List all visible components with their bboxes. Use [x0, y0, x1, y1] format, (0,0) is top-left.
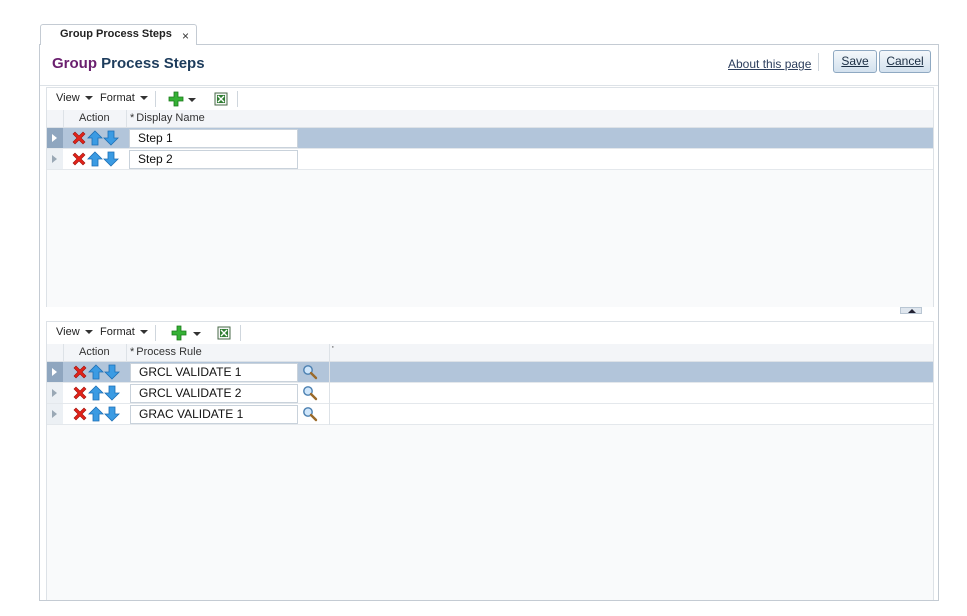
- delete-icon[interactable]: [72, 406, 88, 422]
- table-empty-area: [47, 425, 933, 600]
- collapse-splitter-button[interactable]: [900, 307, 922, 314]
- main-panel: Group Process Steps About this page Save…: [39, 44, 939, 601]
- disclosure-icon[interactable]: [52, 389, 57, 397]
- cancel-button[interactable]: Cancel: [879, 50, 931, 73]
- column-divider: [329, 404, 330, 425]
- arrow-up-icon[interactable]: [87, 130, 103, 146]
- about-this-page-link[interactable]: About this page: [728, 57, 811, 71]
- disclosure-icon[interactable]: [52, 155, 57, 163]
- page-title-part1: Group: [52, 55, 97, 72]
- column-divider: [329, 383, 330, 404]
- row-header[interactable]: [47, 362, 63, 382]
- chevron-down-icon: [139, 330, 148, 335]
- display-name-input[interactable]: Step 2: [129, 150, 298, 169]
- tab-label: Group Process Steps: [60, 28, 172, 40]
- page-title: Group Process Steps: [52, 55, 205, 72]
- column-divider: [126, 344, 127, 361]
- close-icon[interactable]: ×: [182, 30, 189, 42]
- tab-group-process-steps[interactable]: Group Process Steps ×: [40, 24, 197, 45]
- disclosure-icon[interactable]: [52, 134, 57, 142]
- column-header-process-rule[interactable]: * Process Rule: [130, 346, 202, 358]
- process-rule-input[interactable]: GRCL VALIDATE 1: [130, 363, 298, 382]
- rules-format-menu[interactable]: Format: [100, 326, 148, 338]
- steps-format-menu[interactable]: Format: [100, 92, 148, 104]
- toolbar-divider: [155, 325, 156, 341]
- arrow-down-icon[interactable]: [104, 385, 120, 401]
- row-header[interactable]: [47, 383, 63, 403]
- column-divider: [63, 344, 64, 361]
- steps-table: View Format Action *Display Name Step 1: [46, 87, 934, 307]
- arrow-up-icon[interactable]: [88, 385, 104, 401]
- table-empty-area: [47, 170, 933, 307]
- delete-icon[interactable]: [72, 385, 88, 401]
- row-header[interactable]: [47, 128, 63, 148]
- process-rules-table: View Format Action * Process Rule · GRCL …: [46, 321, 934, 600]
- add-icon[interactable]: [171, 325, 187, 341]
- column-header-action: Action: [79, 346, 110, 358]
- column-header-extra: ·: [331, 341, 335, 353]
- search-icon[interactable]: [302, 364, 318, 380]
- arrow-down-icon[interactable]: [104, 364, 120, 380]
- required-marker: *: [130, 112, 135, 124]
- arrow-up-icon[interactable]: [88, 364, 104, 380]
- process-rule-input[interactable]: GRAC VALIDATE 1: [130, 405, 298, 424]
- column-divider: [63, 110, 64, 127]
- toolbar-divider: [155, 91, 156, 107]
- arrow-up-icon[interactable]: [88, 406, 104, 422]
- search-icon[interactable]: [302, 406, 318, 422]
- save-button[interactable]: Save: [833, 50, 877, 73]
- delete-icon[interactable]: [71, 151, 87, 167]
- table-row[interactable]: GRCL VALIDATE 2: [47, 383, 933, 404]
- column-divider: [126, 110, 127, 127]
- table-row[interactable]: GRAC VALIDATE 1: [47, 404, 933, 425]
- row-header[interactable]: [47, 404, 63, 424]
- required-marker: *: [130, 346, 135, 358]
- process-rule-input[interactable]: GRCL VALIDATE 2: [130, 384, 298, 403]
- row-header[interactable]: [47, 149, 63, 169]
- steps-toolbar: View Format: [47, 87, 933, 111]
- chevron-down-icon: [84, 330, 93, 335]
- table-row[interactable]: Step 2: [47, 149, 933, 170]
- rules-toolbar: View Format: [47, 321, 933, 345]
- rules-column-header: Action * Process Rule ·: [47, 341, 933, 362]
- table-row[interactable]: Step 1: [47, 128, 933, 149]
- delete-icon[interactable]: [72, 364, 88, 380]
- column-header-display-name[interactable]: * Display Name: [130, 112, 205, 124]
- page-header: Group Process Steps About this page Save…: [40, 45, 938, 86]
- chevron-down-icon[interactable]: [188, 98, 196, 102]
- arrow-down-icon[interactable]: [103, 151, 119, 167]
- header-divider: [818, 53, 819, 71]
- toolbar-divider: [240, 325, 241, 341]
- export-excel-icon[interactable]: [216, 325, 232, 341]
- column-divider: [329, 362, 330, 383]
- rules-view-menu[interactable]: View: [56, 326, 93, 338]
- disclosure-icon[interactable]: [52, 368, 57, 376]
- steps-column-header: Action * Display Name: [47, 110, 933, 128]
- chevron-down-icon: [84, 96, 93, 101]
- arrow-down-icon[interactable]: [103, 130, 119, 146]
- export-excel-icon[interactable]: [213, 91, 229, 107]
- column-divider: [329, 344, 330, 361]
- delete-icon[interactable]: [71, 130, 87, 146]
- disclosure-icon[interactable]: [52, 410, 57, 418]
- chevron-down-icon[interactable]: [193, 332, 201, 336]
- steps-view-menu[interactable]: View: [56, 92, 93, 104]
- search-icon[interactable]: [302, 385, 318, 401]
- page-title-part2: Process Steps: [101, 55, 205, 72]
- column-header-action: Action: [79, 112, 110, 124]
- arrow-up-icon[interactable]: [87, 151, 103, 167]
- chevron-down-icon: [139, 96, 148, 101]
- toolbar-divider: [237, 91, 238, 107]
- display-name-input[interactable]: Step 1: [129, 129, 298, 148]
- arrow-down-icon[interactable]: [104, 406, 120, 422]
- add-icon[interactable]: [168, 91, 184, 107]
- table-row[interactable]: GRCL VALIDATE 1: [47, 362, 933, 383]
